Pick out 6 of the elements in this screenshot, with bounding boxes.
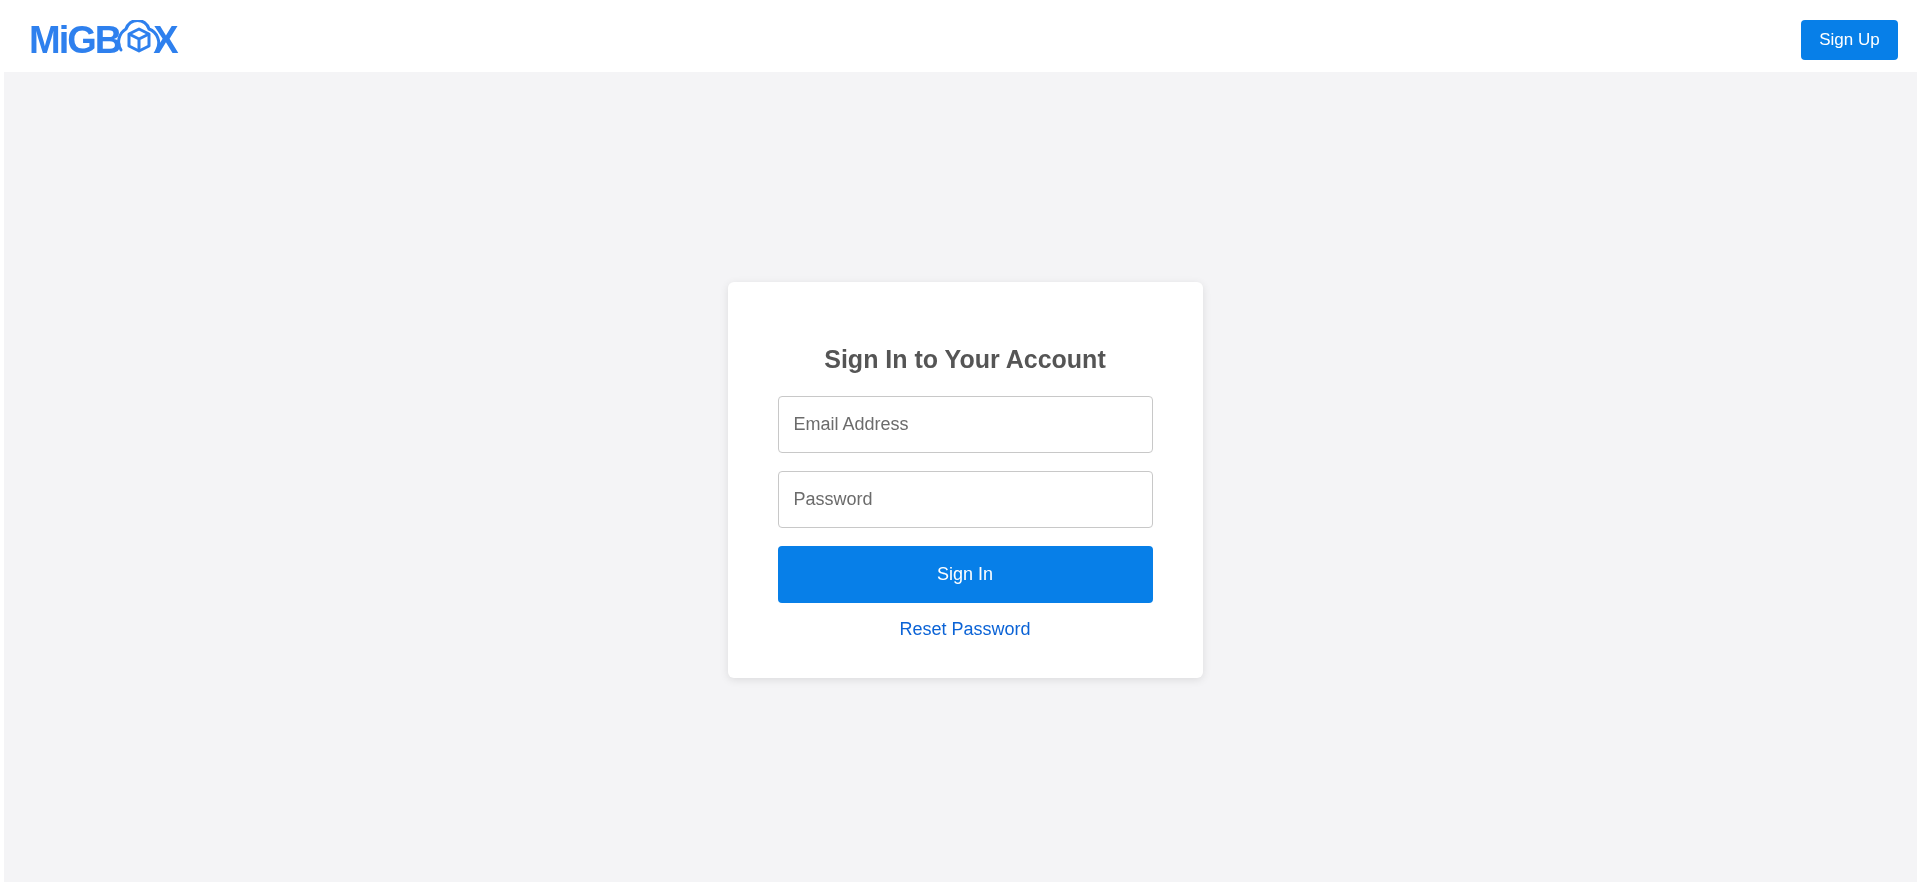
login-title: Sign In to Your Account	[823, 344, 1107, 374]
sign-up-button[interactable]: Sign Up	[1801, 20, 1898, 60]
reset-password-link[interactable]: Reset Password	[899, 619, 1031, 640]
email-field[interactable]: Email Address	[777, 396, 1153, 453]
sign-in-button[interactable]: Sign In	[777, 546, 1153, 603]
password-field[interactable]: Password	[777, 471, 1153, 528]
